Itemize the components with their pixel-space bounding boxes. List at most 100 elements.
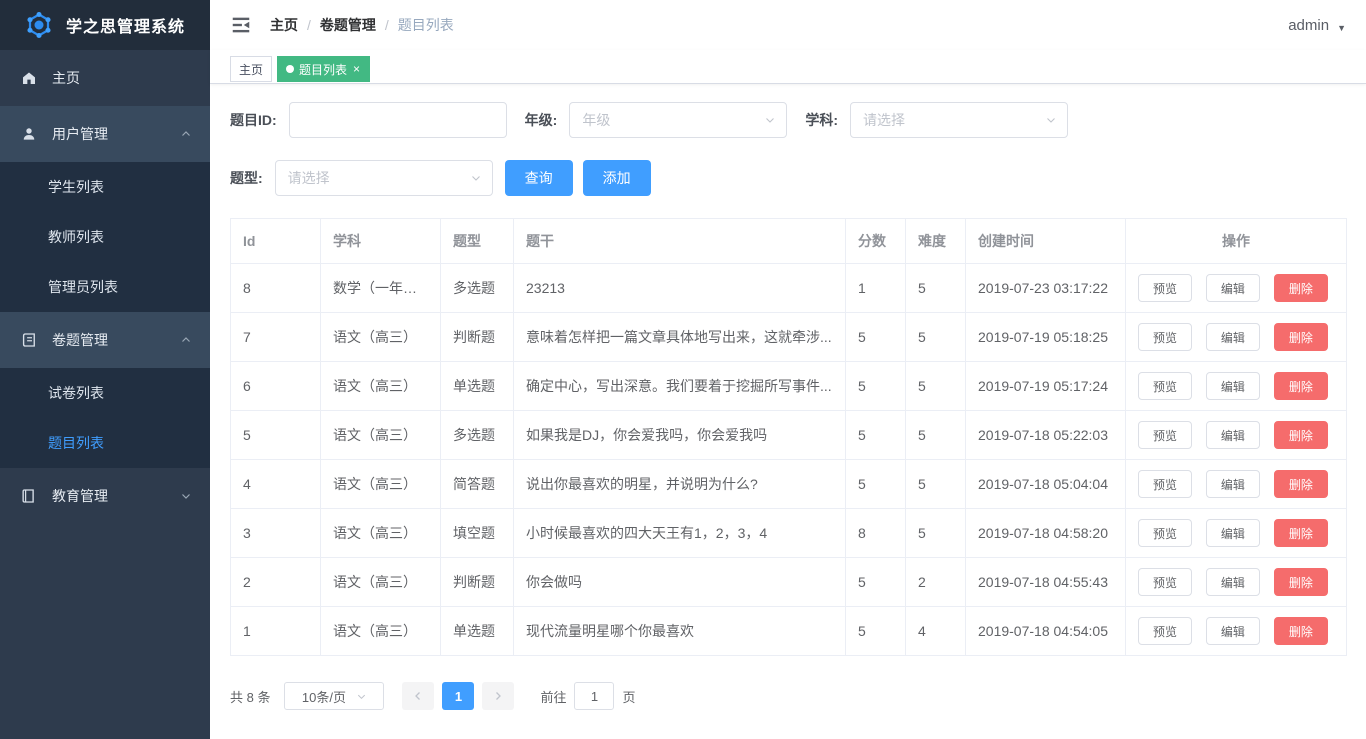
preview-button[interactable]: 预览 <box>1138 519 1193 547</box>
sidebar-item-student-list[interactable]: 学生列表 <box>0 162 210 212</box>
breadcrumb-exam-management[interactable]: 卷题管理 <box>320 15 376 35</box>
submenu-user-management: 学生列表 教师列表 管理员列表 <box>0 162 210 312</box>
question-id-input[interactable] <box>288 102 507 138</box>
cell-id: 8 <box>230 263 321 313</box>
app-title: 学之思管理系统 <box>66 19 186 36</box>
delete-button[interactable]: 删除 <box>1273 323 1328 351</box>
preview-button[interactable]: 预览 <box>1138 372 1193 400</box>
delete-button[interactable]: 删除 <box>1273 274 1328 302</box>
next-page-button[interactable] <box>482 682 515 710</box>
sidebar-item-paper-list[interactable]: 试卷列表 <box>0 368 210 418</box>
edit-button[interactable]: 编辑 <box>1205 519 1260 547</box>
delete-button[interactable]: 删除 <box>1273 519 1328 547</box>
cell-score: 8 <box>845 508 906 558</box>
table-row: 5 语文（高三） 多选题 如果我是DJ，你会爱我吗，你会爱我吗 5 5 2019… <box>230 410 1347 460</box>
tag-tabs-bar: 主页 题目列表 × <box>210 50 1366 84</box>
edit-button[interactable]: 编辑 <box>1205 421 1260 449</box>
sidebar-item-education-management[interactable]: 教育管理 <box>0 468 210 524</box>
delete-button[interactable]: 删除 <box>1273 617 1328 645</box>
breadcrumb-home[interactable]: 主页 <box>270 15 298 35</box>
sidebar-collapse-icon[interactable] <box>230 14 252 36</box>
cell-id: 4 <box>230 459 321 509</box>
pagination: 共 8 条 10条/页 1 前往 页 <box>230 682 1346 710</box>
preview-button[interactable]: 预览 <box>1138 323 1193 351</box>
app-logo: 学之思管理系统 <box>0 0 210 50</box>
page-size-value: 10条/页 <box>301 689 346 705</box>
chevron-up-icon <box>180 128 192 140</box>
preview-button[interactable]: 预览 <box>1138 568 1193 596</box>
table-row: 6 语文（高三） 单选题 确定中心，写出深意。我们要着于挖掘所写事件... 5 … <box>230 361 1347 411</box>
cell-stem: 如果我是DJ，你会爱我吗，你会爱我吗 <box>513 410 846 460</box>
user-dropdown[interactable]: admin ▼ <box>1288 17 1346 34</box>
cell-id: 7 <box>230 312 321 362</box>
sidebar-item-home[interactable]: 主页 <box>0 50 210 106</box>
close-icon[interactable]: × <box>352 63 361 75</box>
cell-qtype: 填空题 <box>440 508 514 558</box>
col-created: 创建时间 <box>965 218 1126 264</box>
user-icon <box>20 125 38 143</box>
cell-created: 2019-07-18 04:54:05 <box>965 606 1126 656</box>
subject-select[interactable]: 请选择 <box>850 102 1069 138</box>
sidebar-item-admin-list[interactable]: 管理员列表 <box>0 262 210 312</box>
cell-created: 2019-07-23 03:17:22 <box>965 263 1126 313</box>
page-size-select[interactable]: 10条/页 <box>284 682 385 710</box>
preview-button[interactable]: 预览 <box>1138 274 1193 302</box>
sidebar-item-question-list[interactable]: 题目列表 <box>0 418 210 468</box>
tab-question-list[interactable]: 题目列表 × <box>277 56 371 82</box>
cell-stem: 你会做吗 <box>513 557 846 607</box>
question-type-select[interactable]: 请选择 <box>274 160 493 196</box>
cell-subject: 数学（一年级） <box>320 263 441 313</box>
scroll-paper-icon <box>20 331 38 349</box>
cell-difficulty: 5 <box>905 361 966 411</box>
table-row: 3 语文（高三） 填空题 小时候最喜欢的四大天王有1，2，3，4 8 5 201… <box>230 508 1347 558</box>
sidebar-item-teacher-list[interactable]: 教师列表 <box>0 212 210 262</box>
cell-actions: 预览 编辑 删除 <box>1125 606 1347 656</box>
table-row: 2 语文（高三） 判断题 你会做吗 5 2 2019-07-18 04:55:4… <box>230 557 1347 607</box>
cell-qtype: 单选题 <box>440 606 514 656</box>
cell-actions: 预览 编辑 删除 <box>1125 459 1347 509</box>
cell-actions: 预览 编辑 删除 <box>1125 312 1347 362</box>
username: admin <box>1288 16 1330 34</box>
chevron-down-icon <box>1045 114 1057 126</box>
add-button[interactable]: 添加 <box>582 160 651 196</box>
goto-page-input[interactable] <box>574 682 615 710</box>
preview-button[interactable]: 预览 <box>1138 470 1193 498</box>
delete-button[interactable]: 删除 <box>1273 470 1328 498</box>
breadcrumb-separator: / <box>307 17 311 33</box>
tab-home[interactable]: 主页 <box>230 56 273 82</box>
cell-subject: 语文（高三） <box>320 410 441 460</box>
page-number-1[interactable]: 1 <box>442 682 475 710</box>
cell-subject: 语文（高三） <box>320 557 441 607</box>
sidebar-item-exam-management[interactable]: 卷题管理 <box>0 312 210 368</box>
edit-button[interactable]: 编辑 <box>1205 274 1260 302</box>
cell-score: 5 <box>845 312 906 362</box>
edit-button[interactable]: 编辑 <box>1205 617 1260 645</box>
cell-created: 2019-07-18 05:22:03 <box>965 410 1126 460</box>
cell-subject: 语文（高三） <box>320 361 441 411</box>
question-type-select-placeholder: 请选择 <box>287 170 330 186</box>
sidebar-item-label: 卷题管理 <box>52 332 108 348</box>
delete-button[interactable]: 删除 <box>1273 421 1328 449</box>
table-row: 4 语文（高三） 简答题 说出你最喜欢的明星，并说明为什么? 5 5 2019-… <box>230 459 1347 509</box>
edit-button[interactable]: 编辑 <box>1205 323 1260 351</box>
cell-score: 5 <box>845 606 906 656</box>
edit-button[interactable]: 编辑 <box>1205 372 1260 400</box>
grade-select[interactable]: 年级 <box>569 102 788 138</box>
delete-button[interactable]: 删除 <box>1273 372 1328 400</box>
preview-button[interactable]: 预览 <box>1138 617 1193 645</box>
sidebar: 学之思管理系统 主页 用户管理 学生列表 教师列表 管理员列表 卷题管理 试卷列… <box>0 0 210 739</box>
delete-button[interactable]: 删除 <box>1273 568 1328 596</box>
preview-button[interactable]: 预览 <box>1138 421 1193 449</box>
cell-actions: 预览 编辑 删除 <box>1125 557 1347 607</box>
cell-id: 5 <box>230 410 321 460</box>
edit-button[interactable]: 编辑 <box>1205 470 1260 498</box>
sidebar-item-user-management[interactable]: 用户管理 <box>0 106 210 162</box>
col-difficulty: 难度 <box>905 218 966 264</box>
edit-button[interactable]: 编辑 <box>1205 568 1260 596</box>
table-row: 1 语文（高三） 单选题 现代流量明星哪个你最喜欢 5 4 2019-07-18… <box>230 606 1347 656</box>
col-subject: 学科 <box>320 218 441 264</box>
cell-actions: 预览 编辑 删除 <box>1125 263 1347 313</box>
search-button[interactable]: 查询 <box>504 160 573 196</box>
prev-page-button[interactable] <box>402 682 435 710</box>
breadcrumb-current: 题目列表 <box>397 17 454 33</box>
